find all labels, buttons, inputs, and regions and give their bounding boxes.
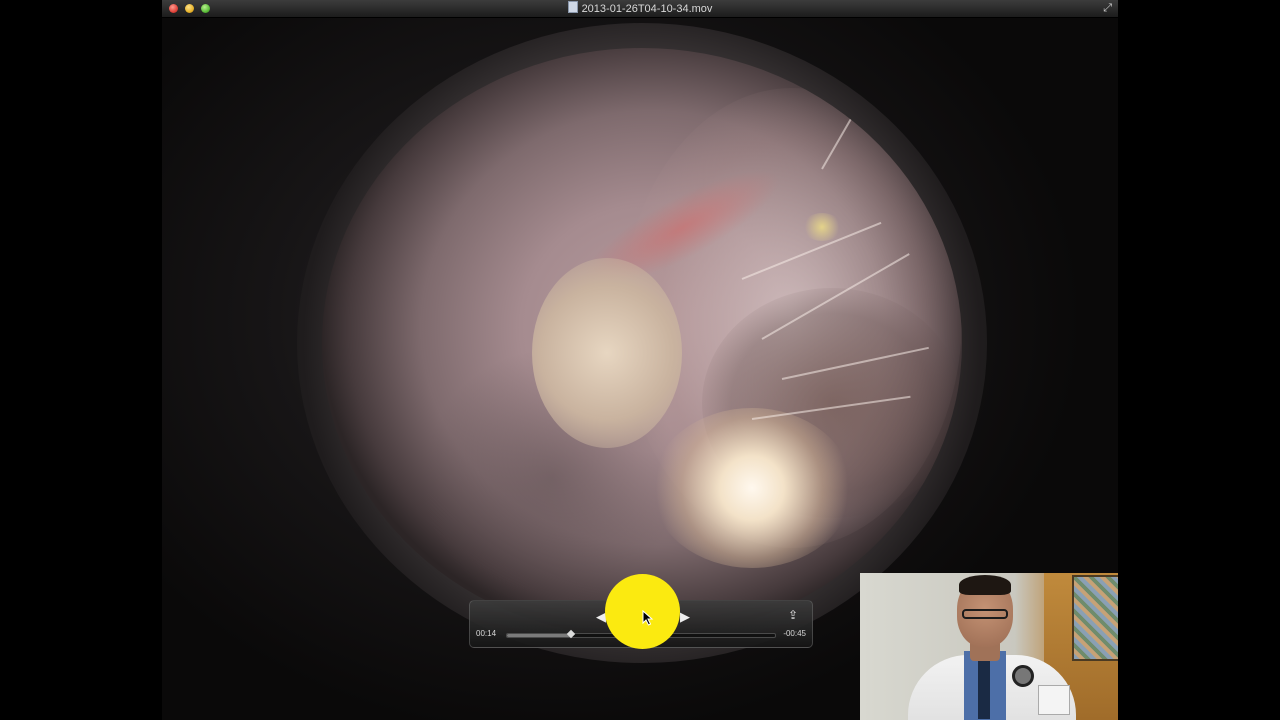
coat-badge: [1038, 685, 1070, 715]
endoscope-view: [322, 48, 962, 638]
title-bar[interactable]: 2013-01-26T04-10-34.mov ⤢: [162, 0, 1118, 18]
share-icon[interactable]: ⇪: [785, 608, 801, 622]
document-icon: [567, 1, 578, 13]
remaining-time: -00:45: [783, 629, 806, 638]
mouse-cursor-icon: [642, 610, 654, 626]
glasses: [962, 609, 1008, 619]
presenter-webcam: [860, 573, 1118, 720]
stethoscope-icon: [1012, 665, 1034, 687]
fullscreen-icon[interactable]: ⤢: [1103, 2, 1112, 15]
right-letterbox: [1118, 0, 1280, 720]
current-time: 00:14: [476, 629, 497, 638]
left-letterbox: [0, 0, 162, 720]
forward-triangle-icon[interactable]: ▶: [680, 609, 690, 625]
window-title-area: 2013-01-26T04-10-34.mov: [162, 1, 1118, 17]
wall-art: [1072, 575, 1118, 661]
scrubber-progress: [507, 634, 572, 637]
window-title: 2013-01-26T04-10-34.mov: [581, 3, 713, 15]
